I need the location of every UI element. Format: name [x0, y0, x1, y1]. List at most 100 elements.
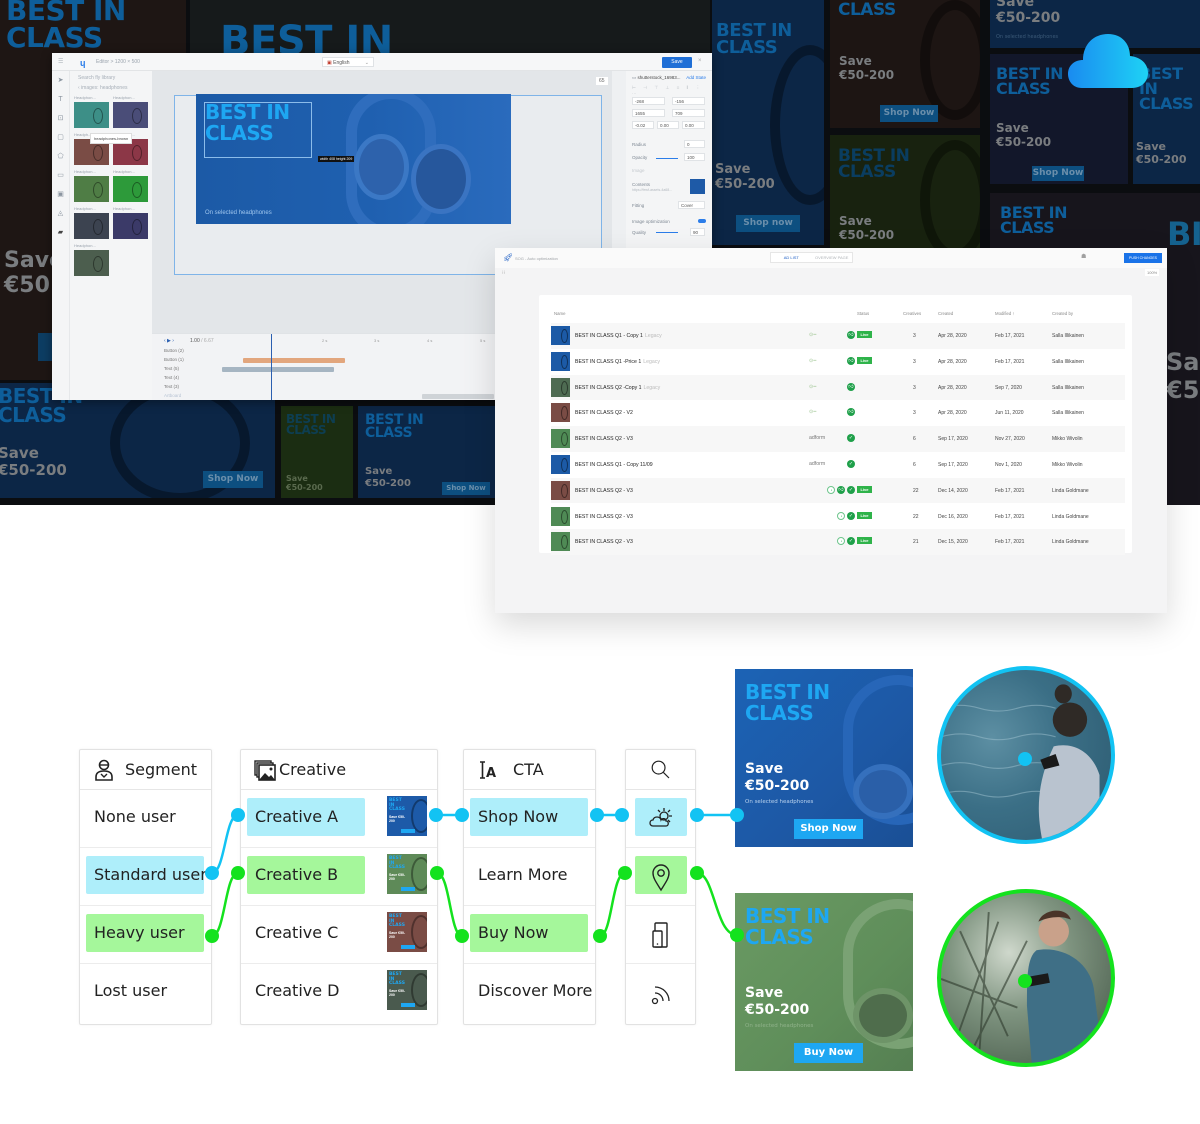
radius-field[interactable]: 0 [684, 140, 705, 148]
context-option[interactable] [626, 790, 695, 848]
segment-option[interactable]: Lost user [80, 964, 211, 1022]
library-item[interactable]: Headphon... [113, 168, 148, 202]
ad-name[interactable]: BEST IN CLASS Q2 - V3 [575, 514, 633, 520]
playback-controls[interactable]: ‹ ▶ › [164, 338, 174, 344]
table-row[interactable]: BEST IN CLASS Q1 - Copy 11/09 adform ✓ 6 Sep… [551, 452, 1125, 478]
image-tool-icon[interactable]: ▣ [52, 185, 69, 204]
zoom-level[interactable]: 65 [596, 77, 608, 85]
ad-name[interactable]: BEST IN CLASS Q1 - Copy 1 Legacy [575, 333, 662, 339]
creative-option[interactable]: Creative A BEST IN CLASS Save €50-200 [241, 790, 437, 848]
cta-option[interactable]: Discover More [464, 964, 595, 1022]
column-header-name[interactable]: Name [554, 311, 565, 316]
menu-icon[interactable]: ☰ [58, 58, 63, 65]
align-tools[interactable]: ⊢ ⊣ ⊤ ⊥ ≡ ‖ ⋮ ⋯ [632, 85, 706, 97]
breadcrumb[interactable]: Editor > 1200 × 500 [96, 59, 140, 65]
creative-option[interactable]: Creative C BEST IN CLASS Save €50-200 [241, 906, 437, 964]
ad-name[interactable]: BEST IN CLASS Q2 - V3 [575, 539, 633, 545]
save-button[interactable]: Save [662, 57, 692, 68]
push-changes-button[interactable]: PUSH CHANGES [1124, 253, 1162, 263]
timeline-clip[interactable] [222, 367, 334, 372]
ad-name[interactable]: BEST IN CLASS Q2 - V3 [575, 488, 633, 494]
library-search-input[interactable]: Search fly library [78, 75, 148, 81]
sidebar-toggle-icon[interactable]: ⁝⁝ [502, 270, 505, 276]
column-header-created-by[interactable]: Created by [1052, 311, 1073, 316]
segment-option[interactable]: None user [80, 790, 211, 848]
library-path[interactable]: ‹ images: headphones [78, 85, 127, 91]
quality-slider[interactable] [656, 232, 678, 233]
tab-overview-page[interactable]: OVERVIEW PAGE [812, 253, 853, 262]
timeline-track-label[interactable]: Button (1) [164, 357, 184, 362]
component-tool-icon[interactable]: ⬠ [52, 147, 69, 166]
ad-name[interactable]: BEST IN CLASS Q2 - V3 [575, 436, 633, 442]
table-row[interactable]: BEST IN CLASS Q2 - V3 adform ✓ 6 Sep 17, 202… [551, 426, 1125, 452]
timeline-track-label[interactable]: Text (4) [164, 375, 179, 380]
library-item[interactable]: Headphon... [113, 94, 148, 128]
table-row[interactable]: BEST IN CLASS Q1 -Price 1 Legacy ⊙┅ 👍︎ Live 3… [551, 349, 1125, 375]
timeline-clip[interactable] [422, 394, 494, 399]
layers-tool-icon[interactable]: ◬ [52, 204, 69, 223]
cta-option[interactable]: Learn More [464, 848, 595, 906]
fitting-select[interactable]: Cover [678, 201, 705, 209]
timeline-track-label[interactable]: Text (3) [164, 384, 179, 389]
segment-option[interactable]: Heavy user [80, 906, 211, 964]
user-icon[interactable]: ☗ [1081, 253, 1086, 260]
timeline-track-label[interactable]: Text (5) [164, 366, 179, 371]
library-item[interactable]: Headphon... [74, 242, 109, 276]
column-header-status[interactable]: Status [857, 311, 869, 316]
ad-buy-now-button[interactable]: Buy Now [794, 1043, 863, 1063]
context-option[interactable] [626, 848, 695, 906]
cta-option[interactable]: Shop Now [464, 790, 595, 848]
column-header-created[interactable]: Created [938, 311, 953, 316]
opacity-field[interactable]: 100 [684, 153, 705, 161]
timeline-clip[interactable] [243, 358, 345, 363]
column-header-modified[interactable]: Modified ↑ [995, 311, 1015, 316]
creative-option[interactable]: Creative D BEST IN CLASS Save €50-200 [241, 964, 437, 1022]
playhead[interactable] [271, 334, 272, 400]
opacity-slider[interactable] [656, 158, 678, 159]
select-tool-icon[interactable]: ➤ [52, 71, 69, 90]
table-row[interactable]: BEST IN CLASS Q2 - V2 ⊙┅ 👍︎ 3 Apr 28, 2020 Ju… [551, 400, 1125, 426]
close-icon[interactable]: × [698, 58, 702, 64]
column-header-creatives[interactable]: Creatives [903, 311, 921, 316]
table-row[interactable]: BEST IN CLASS Q2 -Copy 1 Legacy ⊙┅ 👍︎ 3 Apr 2… [551, 374, 1125, 401]
tab-ad-list[interactable]: AD LIST [771, 253, 812, 262]
y-field[interactable]: -156 [672, 97, 705, 105]
x-field[interactable]: -268 [632, 97, 665, 105]
height-field[interactable]: 709 [672, 109, 705, 117]
search-icon[interactable] [649, 758, 673, 782]
creative-option[interactable]: Creative B BEST IN CLASS Save €50-200 [241, 848, 437, 906]
result-ad-blue[interactable]: BEST IN CLASS Save €50-200 On selected hea… [735, 669, 913, 847]
library-item[interactable]: Headphon... [74, 94, 109, 128]
zoom-level[interactable]: 100% [1145, 269, 1160, 276]
context-option[interactable] [626, 906, 695, 964]
image-optimization-toggle[interactable] [698, 219, 706, 223]
library-item[interactable]: Headphon... [113, 205, 148, 239]
context-option[interactable] [626, 964, 695, 1022]
add-state-link[interactable]: Add State [686, 75, 706, 80]
library-item[interactable]: Headphon... [74, 168, 109, 202]
timeline-track-label[interactable]: Artboard [164, 393, 181, 398]
contents-file[interactable]: https://fewf-assets-4a68... [632, 188, 677, 192]
result-ad-green[interactable]: BEST IN CLASS Save €50-200 On selected hea… [735, 893, 913, 1071]
banner-preview[interactable]: BEST IN CLASS width 408 height 209 On sel… [196, 94, 511, 224]
table-row[interactable]: BEST IN CLASS Q1 - Copy 1 Legacy ⊙┅ 👍︎ Live 3… [551, 323, 1125, 349]
table-row[interactable]: BEST IN CLASS Q2 - V3 ◔ 👍︎ ✓ Live 22 Dec 14, 2… [551, 477, 1125, 504]
table-row[interactable]: BEST IN CLASS Q2 - V3 ◔ ✓ Live 22 Dec 16, 202… [551, 504, 1125, 530]
library-item[interactable]: Headphon... [74, 205, 109, 239]
language-select[interactable]: ▣ English ⌄ [322, 57, 374, 67]
timeline-track-label[interactable]: Button (2) [164, 348, 184, 353]
segment-option[interactable]: Standard user [80, 848, 211, 906]
ad-name[interactable]: BEST IN CLASS Q1 -Price 1 Legacy [575, 359, 660, 365]
ad-shop-now-button[interactable]: Shop Now [794, 819, 863, 839]
rotation-field[interactable]: -0.02 [632, 121, 654, 129]
ad-name[interactable]: BEST IN CLASS Q2 - V2 [575, 410, 633, 416]
media-tool-icon[interactable]: ▭ [52, 166, 69, 185]
width-field[interactable]: 1655 [632, 109, 665, 117]
table-row[interactable]: BEST IN CLASS Q2 - V3 ◔ ✓ Live 21 Dec 15, 202… [551, 529, 1125, 555]
ad-name[interactable]: BEST IN CLASS Q2 -Copy 1 Legacy [575, 385, 660, 391]
selection-box[interactable] [204, 102, 312, 158]
text-tool-icon[interactable]: T [52, 90, 69, 109]
quality-field[interactable]: 90 [690, 228, 705, 236]
skew-x-field[interactable]: 0.00 [657, 121, 679, 129]
ad-name[interactable]: BEST IN CLASS Q1 - Copy 11/09 [575, 462, 653, 468]
